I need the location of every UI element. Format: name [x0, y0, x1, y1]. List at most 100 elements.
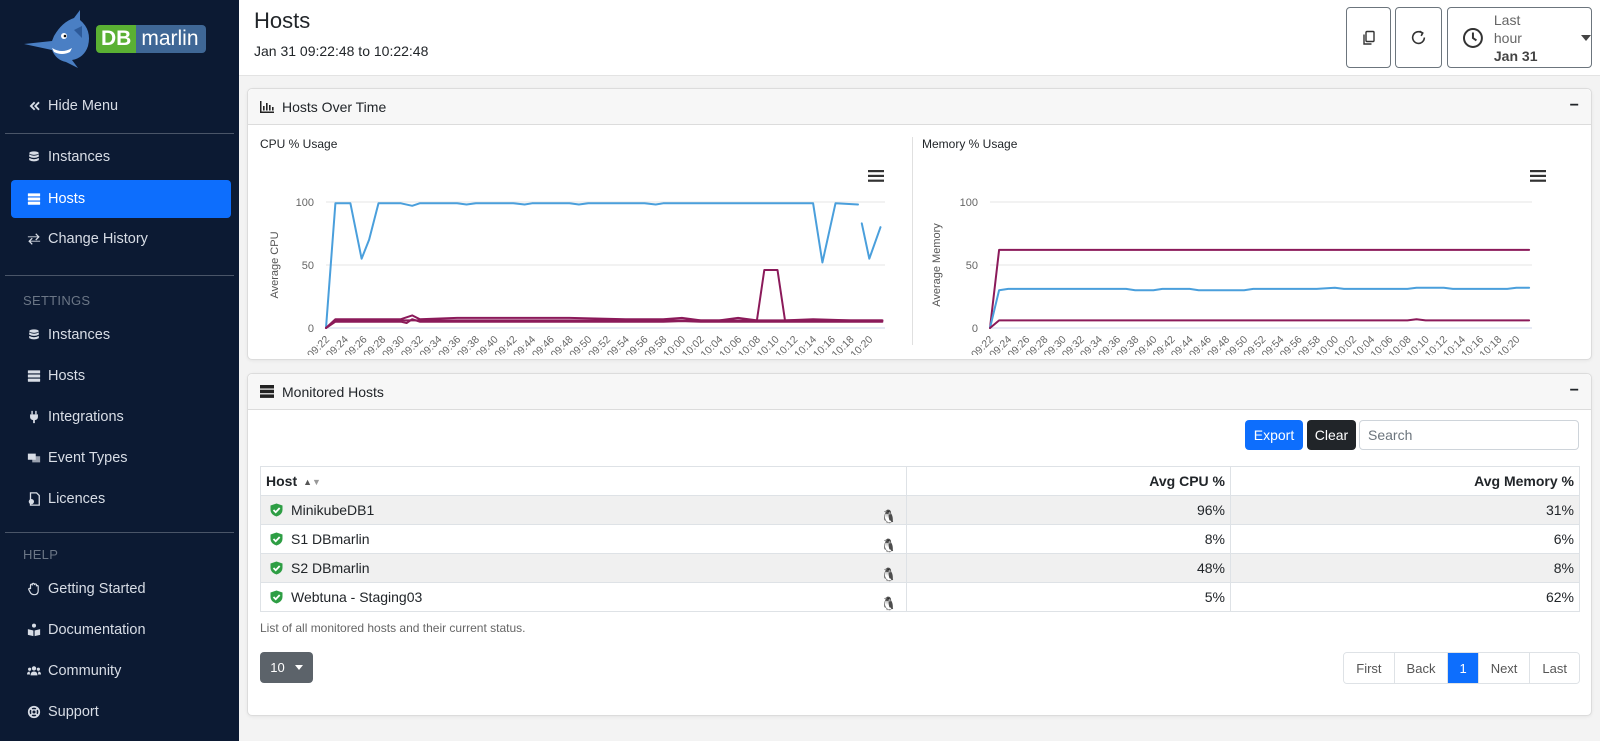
collapse-panel-button[interactable]: −: [1570, 97, 1579, 115]
sidebar-item-support[interactable]: Support: [11, 693, 231, 731]
hide-menu-button[interactable]: Hide Menu: [11, 87, 231, 125]
page-header: Hosts Jan 31 09:22:48 to 10:22:48 Last h…: [239, 0, 1600, 76]
status-ok-icon: [270, 503, 283, 517]
column-header-avg-memory[interactable]: Avg Memory %: [1230, 466, 1580, 496]
chevron-down-icon: [294, 665, 303, 670]
host-cell[interactable]: Webtuna - Staging03 🐧: [260, 582, 907, 612]
host-name[interactable]: S2 DBmarlin: [291, 560, 370, 576]
host-name[interactable]: MinikubeDB1: [291, 502, 374, 518]
sidebar-item-settings-hosts[interactable]: Hosts: [11, 357, 231, 395]
licence-icon: [26, 491, 42, 507]
table-row[interactable]: MinikubeDB1 🐧 96% 31%: [260, 495, 1580, 525]
brand-marlin: marlin: [136, 25, 206, 53]
sidebar-item-change-history[interactable]: Change History: [11, 220, 231, 258]
sidebar-divider: [5, 275, 234, 276]
database-icon: [26, 327, 42, 343]
book-reader-icon: [26, 622, 42, 638]
status-ok-icon: [270, 561, 283, 575]
sidebar-item-hosts[interactable]: Hosts: [11, 180, 231, 218]
cpu-chart: CPU % Usage 0 50 100 Average CPU 09:22 09:24 0…: [248, 125, 903, 355]
sidebar-item-documentation[interactable]: Documentation: [11, 611, 231, 649]
chart-menu-icon[interactable]: [868, 169, 884, 183]
pagination-last[interactable]: Last: [1530, 653, 1579, 683]
y-tick-label: 50: [302, 260, 314, 272]
host-cell[interactable]: MinikubeDB1 🐧: [260, 495, 907, 525]
table-row[interactable]: S1 DBmarlin 🐧 8% 6%: [260, 524, 1580, 554]
sidebar-item-label: Integrations: [48, 409, 124, 425]
search-input[interactable]: [1359, 420, 1579, 450]
avg-memory-cell: 62%: [1230, 582, 1580, 612]
sidebar-item-event-types[interactable]: Event Types: [11, 439, 231, 477]
brand-wordmark: DB marlin: [96, 25, 206, 53]
refresh-icon: [1411, 30, 1426, 45]
memory-chart: Memory % Usage 0 50 100 Average Memory 09:22…: [912, 125, 1592, 355]
series-line: [325, 269, 884, 329]
sidebar-item-licences[interactable]: Licences: [11, 480, 231, 518]
avg-memory-cell: 31%: [1230, 495, 1580, 525]
avg-memory-cell: 6%: [1230, 524, 1580, 554]
avg-cpu-cell: 8%: [906, 524, 1231, 554]
time-range-picker[interactable]: Last hour Jan 31: [1447, 7, 1592, 68]
refresh-button[interactable]: [1395, 7, 1442, 68]
database-icon: [26, 149, 42, 165]
users-icon: [26, 663, 42, 679]
sort-icon[interactable]: ▲▼: [303, 477, 321, 487]
y-tick-label: 100: [960, 197, 978, 209]
clear-button[interactable]: Clear: [1307, 420, 1356, 450]
page-size-dropdown[interactable]: 10: [260, 652, 313, 683]
page-title: Hosts: [254, 8, 311, 33]
pagination-first[interactable]: First: [1344, 653, 1395, 683]
event-types-icon: [26, 450, 42, 466]
sidebar-item-label: Support: [48, 704, 99, 720]
avg-cpu-cell: 96%: [906, 495, 1231, 525]
sidebar-item-instances[interactable]: Instances: [11, 138, 231, 176]
copy-icon: [1362, 30, 1375, 45]
pagination-page-1[interactable]: 1: [1448, 653, 1479, 683]
host-name[interactable]: Webtuna - Staging03: [291, 589, 422, 605]
y-axis-label: Average Memory: [931, 223, 943, 307]
host-name[interactable]: S1 DBmarlin: [291, 531, 370, 547]
time-range-label: Last hour: [1493, 11, 1522, 46]
bar-chart-icon: [260, 100, 274, 113]
help-section-label: HELP: [23, 547, 59, 562]
chart-menu-icon[interactable]: [1530, 169, 1546, 183]
linux-icon: 🐧: [880, 567, 897, 582]
sidebar-item-label: Instances: [48, 327, 111, 343]
pagination-back[interactable]: Back: [1394, 653, 1449, 683]
linux-icon: 🐧: [880, 538, 897, 553]
sidebar-item-label: Event Types: [48, 450, 128, 466]
sidebar-item-getting-started[interactable]: Getting Started: [11, 570, 231, 608]
sidebar-divider: [5, 133, 234, 134]
sidebar-item-community[interactable]: Community: [11, 652, 231, 690]
sidebar-item-settings-instances[interactable]: Instances: [11, 316, 231, 354]
column-header-host[interactable]: Host ▲▼: [260, 466, 907, 496]
dbmarlin-logo[interactable]: DB marlin: [22, 8, 206, 70]
memory-chart-svg: 050100Average Memory09:2209:2409:2609:28…: [931, 197, 1532, 355]
host-cell[interactable]: S2 DBmarlin 🐧: [260, 553, 907, 583]
y-tick-label: 0: [972, 323, 978, 335]
column-header-avg-cpu[interactable]: Avg CPU %: [906, 466, 1231, 496]
export-button[interactable]: Export: [1245, 420, 1303, 450]
sidebar-item-label: Getting Started: [48, 581, 146, 597]
plug-icon: [26, 409, 42, 425]
sidebar-item-integrations[interactable]: Integrations: [11, 398, 231, 436]
copy-button[interactable]: [1346, 7, 1391, 68]
panel-title: Hosts Over Time: [282, 98, 387, 115]
collapse-panel-button[interactable]: −: [1570, 382, 1579, 400]
series-line: [989, 286, 1531, 329]
life-ring-icon: [26, 704, 42, 720]
y-tick-label: 0: [308, 323, 314, 335]
host-cell[interactable]: S1 DBmarlin 🐧: [260, 524, 907, 554]
table-row[interactable]: Webtuna - Staging03 🐧 5% 62%: [260, 582, 1580, 612]
sidebar-item-label: Community: [48, 663, 122, 679]
table-row[interactable]: S2 DBmarlin 🐧 48% 8%: [260, 553, 1580, 583]
server-icon: [26, 368, 42, 384]
pagination-next[interactable]: Next: [1478, 653, 1531, 683]
sidebar-item-label: Hosts: [48, 191, 86, 207]
pagination: First Back 1 Next Last: [1343, 652, 1580, 684]
sidebar: DB marlin Hide Menu Instances Hosts Chan…: [0, 0, 239, 741]
server-icon: [260, 385, 274, 398]
marlin-mascot-icon: [24, 10, 89, 68]
sidebar-item-label: Instances: [48, 149, 111, 165]
sidebar-divider: [5, 532, 234, 533]
